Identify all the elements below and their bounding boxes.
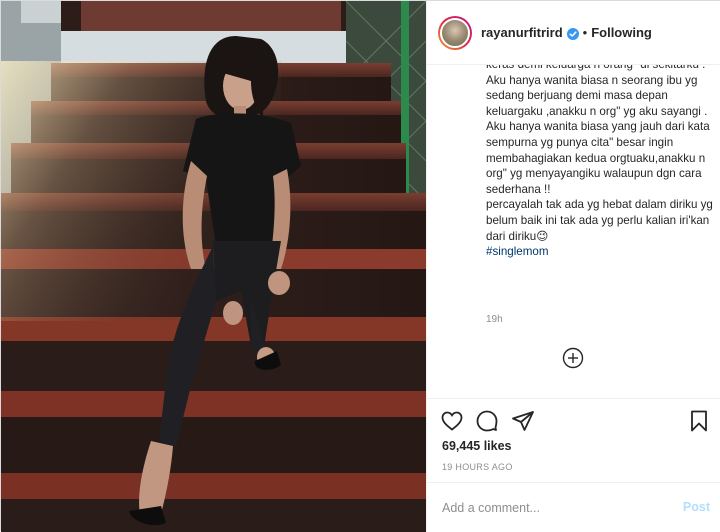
post-comment-button[interactable]: Post [683,500,710,514]
caption-text: keras demi keluarga n orang" di sekitark… [486,65,714,260]
likes-count[interactable]: 69,445 likes [442,439,512,453]
comment-input[interactable] [442,498,662,518]
plus-circle-icon[interactable] [562,347,584,369]
post-sidebar: rayanurfitrird • Following keras demi ke… [426,1,720,532]
caption-body: keras demi keluarga n orang" di sekitark… [486,65,713,243]
heart-icon[interactable] [440,409,464,433]
username-link[interactable]: rayanurfitrird [481,25,563,40]
avatar[interactable] [438,15,472,50]
avatar-image [440,17,470,48]
hashtag-link[interactable]: #singlemom [486,245,549,258]
header-separator: • [582,25,588,40]
verified-badge-icon [566,27,579,40]
comment-box: Post [427,482,720,532]
post-photo[interactable] [1,1,426,532]
post-photo-image [1,1,426,532]
following-button[interactable]: Following [591,25,652,40]
comment-icon[interactable] [475,409,499,433]
caption-area[interactable]: keras demi keluarga n orang" di sekitark… [427,65,720,399]
instagram-post: rayanurfitrird • Following keras demi ke… [0,0,720,532]
post-timestamp[interactable]: 19 HOURS AGO [442,462,513,472]
paper-plane-icon[interactable] [511,409,535,433]
action-bar [427,399,720,439]
caption-time: 19h [486,314,503,325]
post-header: rayanurfitrird • Following [427,1,720,65]
bookmark-icon[interactable] [687,409,711,433]
